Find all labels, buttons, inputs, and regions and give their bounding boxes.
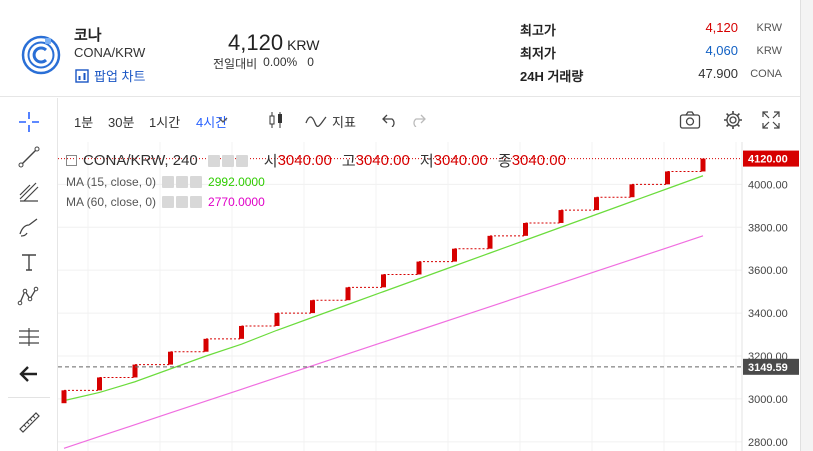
indicator-button[interactable]: 지표 xyxy=(332,112,356,131)
volume-row: 24H 거래량 47.900 CONA xyxy=(520,66,782,86)
price-axis-tick: 3800.00 xyxy=(748,222,788,234)
chart-icon xyxy=(75,68,89,83)
fib-icon[interactable] xyxy=(15,178,43,206)
candle xyxy=(168,351,173,365)
price-axis-tick: 3000.00 xyxy=(748,394,788,406)
high-value: 4,120 xyxy=(705,20,738,35)
price-value: 4,120 xyxy=(228,30,284,55)
ma60-value: 2770.0000 xyxy=(208,195,265,209)
interval-30m[interactable]: 30분 xyxy=(108,112,134,131)
high-price-row: 최고가 4,120 KRW xyxy=(520,20,782,40)
legend-low: 3040.00 xyxy=(433,152,488,169)
ma60-legend: MA (60, close, 0) 2770.0000 xyxy=(66,195,265,209)
coin-logo-icon xyxy=(21,35,61,75)
price-axis-tick: 3600.00 xyxy=(748,265,788,277)
interval-dropdown-icon[interactable] xyxy=(216,108,230,132)
coin-name: 코나 xyxy=(74,27,102,44)
legend-close: 3040.00 xyxy=(511,152,566,169)
ma60-controls[interactable] xyxy=(162,196,203,208)
ruler-icon[interactable] xyxy=(15,408,43,436)
back-arrow-icon[interactable] xyxy=(15,360,43,388)
price-unit: KRW xyxy=(287,37,320,53)
popup-chart-label: 팝업 차트 xyxy=(94,69,146,84)
low-label: 최저가 xyxy=(520,46,556,61)
legend-low-label: 저 xyxy=(419,153,434,170)
symbol-icon xyxy=(66,155,77,166)
price-axis-tick: 3400.00 xyxy=(748,308,788,320)
candle xyxy=(274,313,280,326)
legend-high: 3040.00 xyxy=(355,152,410,169)
pattern-icon[interactable] xyxy=(15,283,43,311)
candle xyxy=(665,171,670,185)
undo-icon[interactable] xyxy=(378,108,402,132)
change-label: 전일대비 xyxy=(213,57,258,71)
brush-icon[interactable] xyxy=(15,213,43,241)
current-price: 4,120 KRW xyxy=(228,30,319,56)
popup-chart-button[interactable]: 팝업 차트 xyxy=(75,66,145,85)
candle xyxy=(97,377,102,391)
measure-icon[interactable] xyxy=(15,323,43,351)
ma15-legend: MA (15, close, 0) 2992.0000 xyxy=(66,175,265,189)
drawing-toolbar xyxy=(0,98,58,451)
chart-toolbar: 1분 30분 1시간 4시간 지표 xyxy=(58,98,800,142)
toolbar-divider xyxy=(8,397,50,398)
coin-pair: CONA/KRW xyxy=(74,45,146,60)
candle xyxy=(594,197,599,211)
low-value: 4,060 xyxy=(705,43,738,58)
high-label: 최고가 xyxy=(520,23,556,38)
candle xyxy=(381,274,386,288)
legend-high-label: 고 xyxy=(341,153,356,170)
candle xyxy=(523,222,528,236)
ma15-label: MA (15, close, 0) xyxy=(66,175,157,189)
candle xyxy=(700,158,706,172)
ma15-value: 2992.0000 xyxy=(208,175,265,189)
change-abs: 0 xyxy=(307,55,314,69)
market-header: 코나 CONA/KRW 팝업 차트 4,120 KRW 전일대비 0.00% 0 … xyxy=(0,0,800,97)
candle xyxy=(61,390,67,404)
chart-legend-main: CONA/KRW, 240 시 3040.00 고 3040.00 저 3040.00… xyxy=(66,150,566,171)
chart-page: 코나 CONA/KRW 팝업 차트 4,120 KRW 전일대비 0.00% 0 … xyxy=(0,0,813,451)
legend-open-label: 시 xyxy=(263,153,278,170)
price-axis-tick: 4000.00 xyxy=(748,179,788,191)
redo-icon[interactable] xyxy=(406,108,430,132)
legend-open: 3040.00 xyxy=(277,152,332,169)
candle xyxy=(452,248,457,262)
candle xyxy=(239,325,244,339)
candle xyxy=(558,210,564,223)
interval-1h[interactable]: 1시간 xyxy=(149,112,180,131)
volume-value: 47.900 xyxy=(698,66,738,81)
candle xyxy=(310,300,315,314)
page-scrollbar[interactable] xyxy=(800,0,813,451)
change-pct: 0.00% xyxy=(263,55,298,69)
text-icon[interactable] xyxy=(15,248,43,276)
crosshair-icon[interactable] xyxy=(15,108,43,136)
fullscreen-icon[interactable] xyxy=(759,108,783,132)
interval-1m[interactable]: 1분 xyxy=(74,112,93,131)
legend-close-label: 종 xyxy=(497,153,512,170)
candle-style-icon[interactable] xyxy=(264,108,288,132)
trend-line-icon[interactable] xyxy=(15,143,43,171)
candle xyxy=(345,287,351,301)
indicator-icon[interactable] xyxy=(304,108,328,132)
volume-unit: CONA xyxy=(750,68,782,80)
last-price-label: 4120.00 xyxy=(748,154,788,166)
low-unit: KRW xyxy=(756,45,782,57)
ma60-label: MA (60, close, 0) xyxy=(66,195,157,209)
candle xyxy=(416,261,422,275)
candle xyxy=(487,235,493,249)
legend-symbol: CONA/KRW, 240 xyxy=(83,152,198,169)
crosshair-label: 3149.59 xyxy=(748,362,788,374)
gear-icon[interactable] xyxy=(721,108,745,132)
candle xyxy=(629,184,635,198)
volume-label: 24H 거래량 xyxy=(520,69,584,84)
candle xyxy=(203,338,209,352)
camera-icon[interactable] xyxy=(678,108,702,132)
legend-controls[interactable] xyxy=(207,154,248,167)
price-chart[interactable]: 4000.00 3800.00 3600.00 3400.00 3200.00 3000.… xyxy=(58,142,800,451)
low-price-row: 최저가 4,060 KRW xyxy=(520,43,782,63)
high-unit: KRW xyxy=(756,22,782,34)
ma15-controls[interactable] xyxy=(162,176,203,188)
daily-change: 전일대비 0.00% 0 xyxy=(213,55,314,72)
price-axis-tick: 2800.00 xyxy=(748,437,788,449)
